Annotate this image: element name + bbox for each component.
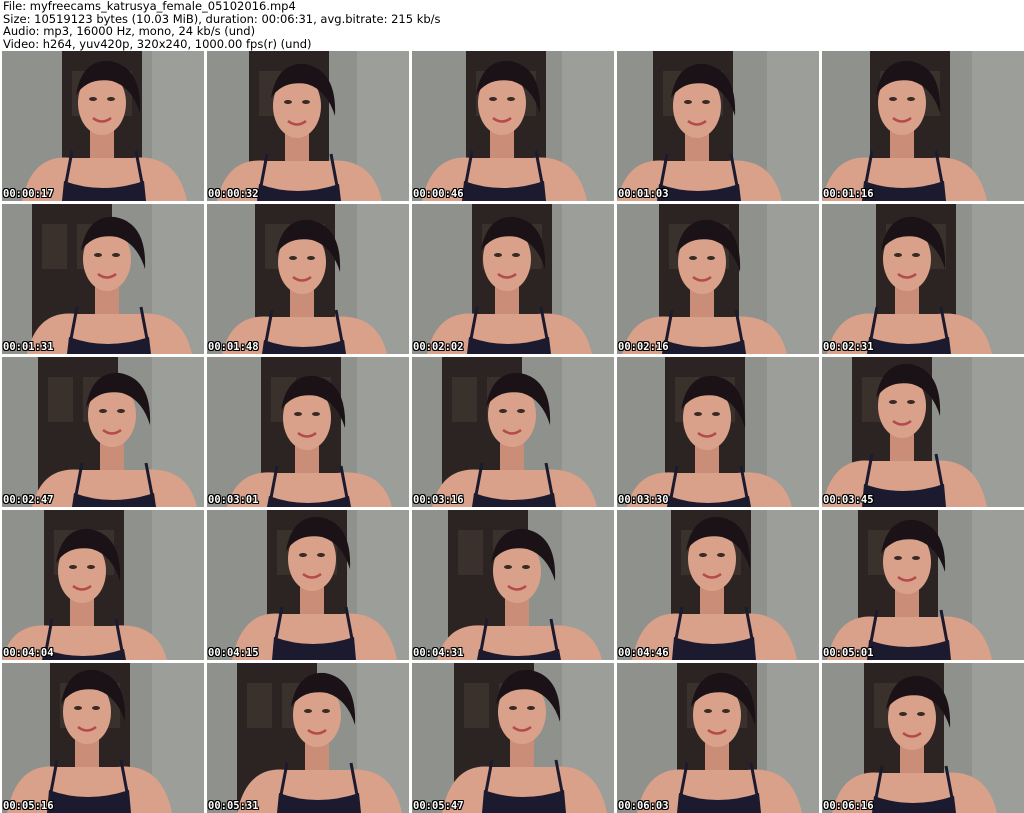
frame-image bbox=[2, 51, 204, 201]
frame-image bbox=[822, 51, 1024, 201]
video-thumbnail: 00:04:15 bbox=[207, 510, 409, 660]
video-thumbnail: 00:06:16 bbox=[822, 663, 1024, 813]
thumbnail-timestamp: 00:01:03 bbox=[618, 188, 669, 200]
video-thumbnail: 00:05:16 bbox=[2, 663, 204, 813]
frame-image bbox=[412, 357, 614, 507]
video-thumbnail: 00:00:17 bbox=[2, 51, 204, 201]
thumbnail-timestamp: 00:05:01 bbox=[823, 647, 874, 659]
frame-image bbox=[617, 204, 819, 354]
thumbnail-timestamp: 00:05:47 bbox=[413, 800, 464, 812]
frame-image bbox=[617, 663, 819, 813]
frame-image bbox=[2, 204, 204, 354]
frame-image bbox=[207, 51, 409, 201]
video-thumbnail: 00:05:01 bbox=[822, 510, 1024, 660]
thumbnail-timestamp: 00:01:31 bbox=[3, 341, 54, 353]
frame-image bbox=[822, 663, 1024, 813]
thumbnail-timestamp: 00:03:01 bbox=[208, 494, 259, 506]
thumbnail-timestamp: 00:04:46 bbox=[618, 647, 669, 659]
thumbnail-timestamp: 00:04:31 bbox=[413, 647, 464, 659]
video-thumbnail: 00:03:01 bbox=[207, 357, 409, 507]
thumbnail-timestamp: 00:02:47 bbox=[3, 494, 54, 506]
file-name-line: File: myfreecams_katrusya_female_0510201… bbox=[3, 0, 296, 13]
video-thumbnail: 00:02:16 bbox=[617, 204, 819, 354]
frame-image bbox=[617, 357, 819, 507]
thumbnail-timestamp: 00:03:30 bbox=[618, 494, 669, 506]
thumbnail-timestamp: 00:06:03 bbox=[618, 800, 669, 812]
thumbnail-timestamp: 00:02:31 bbox=[823, 341, 874, 353]
frame-image bbox=[207, 357, 409, 507]
frame-image bbox=[822, 204, 1024, 354]
thumbnail-timestamp: 00:06:16 bbox=[823, 800, 874, 812]
video-thumbnail: 00:04:04 bbox=[2, 510, 204, 660]
frame-image bbox=[2, 510, 204, 660]
thumbnail-timestamp: 00:00:32 bbox=[208, 188, 259, 200]
thumbnail-timestamp: 00:04:04 bbox=[3, 647, 54, 659]
video-thumbnail: 00:01:31 bbox=[2, 204, 204, 354]
thumbnail-timestamp: 00:05:31 bbox=[208, 800, 259, 812]
thumbnail-timestamp: 00:05:16 bbox=[3, 800, 54, 812]
thumbnail-timestamp: 00:02:16 bbox=[618, 341, 669, 353]
frame-image bbox=[822, 510, 1024, 660]
video-thumbnail: 00:03:16 bbox=[412, 357, 614, 507]
thumbnail-timestamp: 00:02:02 bbox=[413, 341, 464, 353]
frame-image bbox=[207, 510, 409, 660]
thumbnail-timestamp: 00:01:16 bbox=[823, 188, 874, 200]
video-thumbnail: 00:04:46 bbox=[617, 510, 819, 660]
video-thumbnail: 00:03:45 bbox=[822, 357, 1024, 507]
video-thumbnail: 00:00:46 bbox=[412, 51, 614, 201]
video-thumbnail: 00:02:31 bbox=[822, 204, 1024, 354]
thumbnail-timestamp: 00:00:46 bbox=[413, 188, 464, 200]
video-thumbnail: 00:06:03 bbox=[617, 663, 819, 813]
frame-image bbox=[617, 51, 819, 201]
audio-info-line: Audio: mp3, 16000 Hz, mono, 24 kb/s (und… bbox=[3, 24, 256, 38]
video-thumbnail: 00:01:16 bbox=[822, 51, 1024, 201]
frame-image bbox=[822, 357, 1024, 507]
frame-image bbox=[412, 51, 614, 201]
video-thumbnail: 00:05:31 bbox=[207, 663, 409, 813]
thumbnail-timestamp: 00:03:16 bbox=[413, 494, 464, 506]
frame-image bbox=[207, 663, 409, 813]
thumbnail-timestamp: 00:04:15 bbox=[208, 647, 259, 659]
video-info-line: Video: h264, yuv420p, 320x240, 1000.00 f… bbox=[3, 36, 312, 51]
video-thumbnail: 00:02:02 bbox=[412, 204, 614, 354]
frame-image bbox=[2, 357, 204, 507]
frame-image bbox=[412, 510, 614, 660]
video-thumbnail: 00:00:32 bbox=[207, 51, 409, 201]
frame-image bbox=[2, 663, 204, 813]
video-thumbnail: 00:04:31 bbox=[412, 510, 614, 660]
video-thumbnail: 00:05:47 bbox=[412, 663, 614, 813]
video-thumbnail: 00:02:47 bbox=[2, 357, 204, 507]
video-thumbnail: 00:01:48 bbox=[207, 204, 409, 354]
video-thumbnail: 00:03:30 bbox=[617, 357, 819, 507]
thumbnail-grid: 00:00:17 00:00:32 00:00:46 00:01:03 00:01:16… bbox=[2, 51, 1024, 813]
thumbnail-timestamp: 00:00:17 bbox=[3, 188, 54, 200]
frame-image bbox=[617, 510, 819, 660]
video-thumbnail: 00:01:03 bbox=[617, 51, 819, 201]
file-info-header: File: myfreecams_katrusya_female_0510201… bbox=[3, 0, 441, 50]
frame-image bbox=[412, 663, 614, 813]
thumbnail-timestamp: 00:01:48 bbox=[208, 341, 259, 353]
frame-image bbox=[412, 204, 614, 354]
thumbnail-timestamp: 00:03:45 bbox=[823, 494, 874, 506]
frame-image bbox=[207, 204, 409, 354]
